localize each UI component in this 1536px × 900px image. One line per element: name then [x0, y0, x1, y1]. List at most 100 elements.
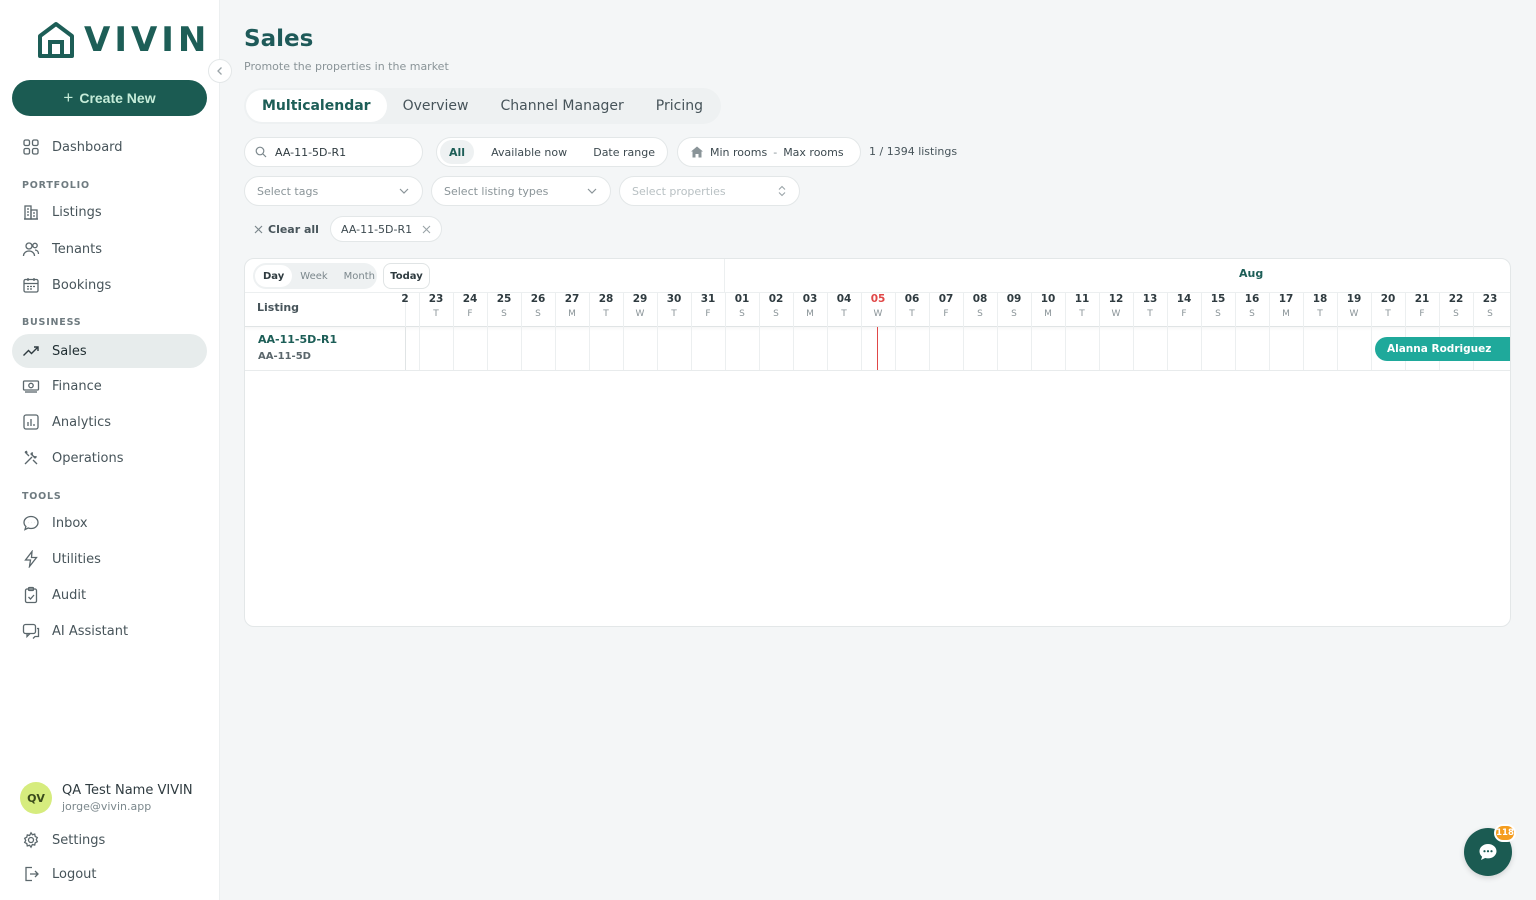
calendar-cell-divider [521, 327, 522, 370]
page-subtitle: Promote the properties in the market [244, 60, 449, 73]
day-number: 16 [1244, 293, 1260, 305]
collapse-sidebar-button[interactable] [208, 59, 232, 83]
calendar-day-24: 16 S [1235, 293, 1269, 319]
calendar-cell-divider [725, 327, 726, 370]
max-rooms-field[interactable]: Max rooms [783, 146, 843, 159]
clipboard-icon [24, 586, 38, 604]
calendar-cell-divider [759, 327, 760, 370]
calendar-day-1: 24 F [453, 293, 487, 319]
today-marker-line [877, 327, 878, 371]
sidebar-item-utilities[interactable]: Utilities [12, 542, 207, 576]
sidebar-item-logout[interactable]: Logout [12, 857, 207, 891]
view-day[interactable]: Day [255, 265, 293, 287]
day-weekday: W [873, 309, 883, 319]
rooms-filter[interactable]: Min rooms - Max rooms [677, 137, 861, 167]
section-tabs: Multicalendar Overview Channel Manager P… [244, 88, 721, 124]
day-weekday: S [501, 309, 507, 319]
view-week[interactable]: Week [292, 265, 335, 287]
section-label-portfolio: PORTFOLIO [22, 180, 90, 191]
sidebar-item-bookings[interactable]: Bookings [12, 268, 207, 302]
clear-all-label: Clear all [268, 223, 319, 236]
day-header-divider [1439, 293, 1440, 327]
ai-chat-icon [22, 623, 40, 639]
day-weekday: W [1111, 309, 1121, 319]
day-weekday: T [1385, 309, 1391, 319]
day-weekday: S [1487, 309, 1493, 319]
sidebar-item-sales[interactable]: Sales [12, 334, 207, 368]
tab-multicalendar[interactable]: Multicalendar [246, 90, 387, 122]
calendar-cell-divider [997, 327, 998, 370]
today-button[interactable]: Today [383, 263, 430, 289]
calendar-cell-divider [1099, 327, 1100, 370]
grid-icon [23, 139, 39, 155]
calendar-day-11: 03 M [793, 293, 827, 319]
sidebar-item-analytics[interactable]: Analytics [12, 405, 207, 439]
day-header-divider [1235, 293, 1236, 327]
cash-icon [22, 380, 40, 393]
sidebar-item-label: Listings [52, 204, 102, 220]
sidebar-item-settings[interactable]: Settings [12, 823, 207, 857]
vivin-logo[interactable]: VIVIN [36, 20, 210, 60]
chevron-down-icon [399, 188, 409, 194]
view-toggle: Day Week Month [253, 263, 377, 289]
tab-pricing[interactable]: Pricing [640, 90, 719, 122]
search-input[interactable] [275, 145, 415, 159]
day-header-divider [1405, 293, 1406, 327]
sidebar-item-label: Tenants [52, 241, 103, 257]
day-weekday: S [1011, 309, 1017, 319]
availability-date-range[interactable]: Date range [584, 140, 664, 164]
sidebar-item-tenants[interactable]: Tenants [12, 232, 207, 266]
day-header-divider [827, 293, 828, 327]
calendar-day-9: 01 S [725, 293, 759, 319]
sidebar-item-inbox[interactable]: Inbox [12, 506, 207, 540]
day-header-divider [929, 293, 930, 327]
availability-available-now[interactable]: Available now [482, 140, 576, 164]
tab-channel-manager[interactable]: Channel Manager [485, 90, 640, 122]
booking-bar[interactable]: Alanna Rodriguez [1375, 337, 1510, 361]
day-weekday: T [433, 309, 439, 319]
clear-all-button[interactable]: Clear all [254, 223, 319, 236]
calendar-cell-divider [861, 327, 862, 370]
section-label-business: BUSINESS [22, 317, 82, 328]
calendar-day-4: 27 M [555, 293, 589, 319]
calendar-cell-divider [929, 327, 930, 370]
user-profile[interactable]: QV QA Test Name VIVIN jorge@vivin.app [20, 782, 193, 814]
logout-icon [25, 866, 39, 882]
min-rooms-field[interactable]: Min rooms [710, 146, 767, 159]
select-listing-types-dropdown[interactable]: Select listing types [431, 176, 611, 206]
select-properties-dropdown[interactable]: Select properties [619, 176, 800, 206]
active-filter-label: AA-11-5D-R1 [341, 222, 413, 236]
day-header-divider [963, 293, 964, 327]
sidebar-item-ai-assistant[interactable]: AI Assistant [12, 614, 207, 648]
day-weekday: F [1419, 309, 1425, 319]
availability-all[interactable]: All [440, 140, 475, 164]
day-number: 19 [1346, 293, 1362, 305]
tab-overview[interactable]: Overview [387, 90, 485, 122]
day-weekday: W [635, 309, 645, 319]
listing-name[interactable]: AA-11-5D-R1 [258, 333, 337, 346]
sidebar-item-finance[interactable]: Finance [12, 369, 207, 403]
close-icon [254, 225, 263, 234]
day-weekday: T [603, 309, 609, 319]
sidebar-item-audit[interactable]: Audit [12, 578, 207, 612]
calendar-day-partial: 2 [395, 293, 415, 305]
calendar-day-18: 10 M [1031, 293, 1065, 319]
create-new-button[interactable]: + Create New [12, 80, 207, 116]
day-number: 10 [1040, 293, 1056, 305]
calendar-cell-divider [1337, 327, 1338, 370]
day-number: 30 [666, 293, 682, 305]
sidebar-item-listings[interactable]: Listings [12, 195, 207, 229]
day-number: 23 [428, 293, 444, 305]
section-label-tools: TOOLS [22, 491, 62, 502]
view-month[interactable]: Month [336, 265, 383, 287]
day-header-divider [1371, 293, 1372, 327]
calendar-cell-divider [1269, 327, 1270, 370]
day-weekday: F [705, 309, 711, 319]
calendar-cell-divider [589, 327, 590, 370]
select-tags-dropdown[interactable]: Select tags [244, 176, 423, 206]
sidebar-item-operations[interactable]: Operations [12, 441, 207, 475]
calendar-cell-divider [1031, 327, 1032, 370]
remove-chip-icon[interactable] [422, 225, 431, 234]
calendar-day-23: 15 S [1201, 293, 1235, 319]
sidebar-item-dashboard[interactable]: Dashboard [12, 130, 207, 164]
